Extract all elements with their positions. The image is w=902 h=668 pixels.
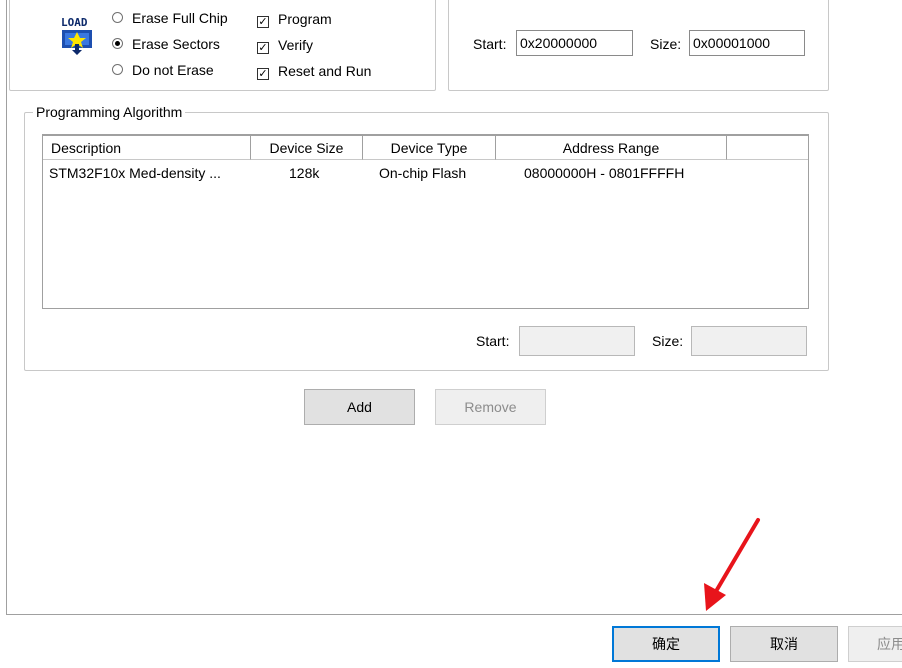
add-button[interactable]: Add bbox=[304, 389, 415, 425]
cancel-button[interactable]: 取消 bbox=[730, 626, 838, 662]
ram-for-algorithm-group: Start: 0x20000000 Size: 0x00001000 bbox=[448, 0, 829, 91]
column-header-device-size[interactable]: Device Size bbox=[251, 136, 363, 160]
do-not-erase-radio[interactable]: Do not Erase bbox=[112, 61, 214, 79]
cell-device-size: 128k bbox=[289, 165, 320, 181]
algorithm-table[interactable]: Description Device Size Device Type Addr… bbox=[42, 134, 809, 309]
column-header-blank bbox=[727, 136, 808, 160]
reset-and-run-checkbox[interactable]: ✓ Reset and Run bbox=[257, 62, 371, 80]
ram-size-input[interactable]: 0x00001000 bbox=[689, 30, 805, 56]
column-header-description[interactable]: Description bbox=[43, 136, 251, 160]
cell-address-range: 08000000H - 0801FFFFH bbox=[524, 165, 685, 181]
checkmark-icon: ✓ bbox=[257, 42, 269, 54]
algo-start-label: Start: bbox=[476, 333, 510, 349]
apply-button[interactable]: 应用 bbox=[848, 626, 902, 662]
checkmark-icon: ✓ bbox=[257, 16, 269, 28]
checkmark-icon: ✓ bbox=[257, 68, 269, 80]
verify-label: Verify bbox=[278, 37, 314, 53]
verify-checkbox[interactable]: ✓ Verify bbox=[257, 36, 313, 54]
radio-icon bbox=[112, 64, 123, 75]
radio-selected-icon bbox=[112, 38, 123, 49]
erase-full-chip-radio[interactable]: Erase Full Chip bbox=[112, 9, 228, 27]
red-arrow-annotation bbox=[704, 518, 760, 611]
program-label: Program bbox=[278, 11, 332, 27]
radio-icon bbox=[112, 12, 123, 23]
algo-start-input[interactable] bbox=[519, 326, 635, 356]
erase-sectors-radio[interactable]: Erase Sectors bbox=[112, 35, 220, 53]
ok-button[interactable]: 确定 bbox=[612, 626, 720, 662]
ram-size-label: Size: bbox=[650, 36, 682, 52]
download-function-group: LOAD Erase Full Chip Erase Sectors Do no… bbox=[9, 0, 436, 91]
ram-start-label: Start: bbox=[473, 36, 507, 52]
reset-and-run-label: Reset and Run bbox=[278, 63, 372, 79]
remove-button[interactable]: Remove bbox=[435, 389, 546, 425]
ram-start-input[interactable]: 0x20000000 bbox=[516, 30, 633, 56]
algo-size-label: Size: bbox=[652, 333, 684, 349]
erase-sectors-label: Erase Sectors bbox=[132, 36, 220, 52]
program-checkbox[interactable]: ✓ Program bbox=[257, 10, 332, 28]
cell-device-type: On-chip Flash bbox=[379, 165, 467, 181]
column-header-address-range[interactable]: Address Range bbox=[496, 136, 727, 160]
cell-description: STM32F10x Med-density ... bbox=[49, 165, 221, 181]
programming-algorithm-title: Programming Algorithm bbox=[33, 104, 186, 120]
column-header-device-type[interactable]: Device Type bbox=[363, 136, 496, 160]
load-icon-text: LOAD bbox=[61, 16, 88, 29]
load-icon: LOAD bbox=[61, 16, 92, 55]
erase-full-chip-label: Erase Full Chip bbox=[132, 10, 228, 26]
do-not-erase-label: Do not Erase bbox=[132, 62, 214, 78]
algo-size-input[interactable] bbox=[691, 326, 807, 356]
